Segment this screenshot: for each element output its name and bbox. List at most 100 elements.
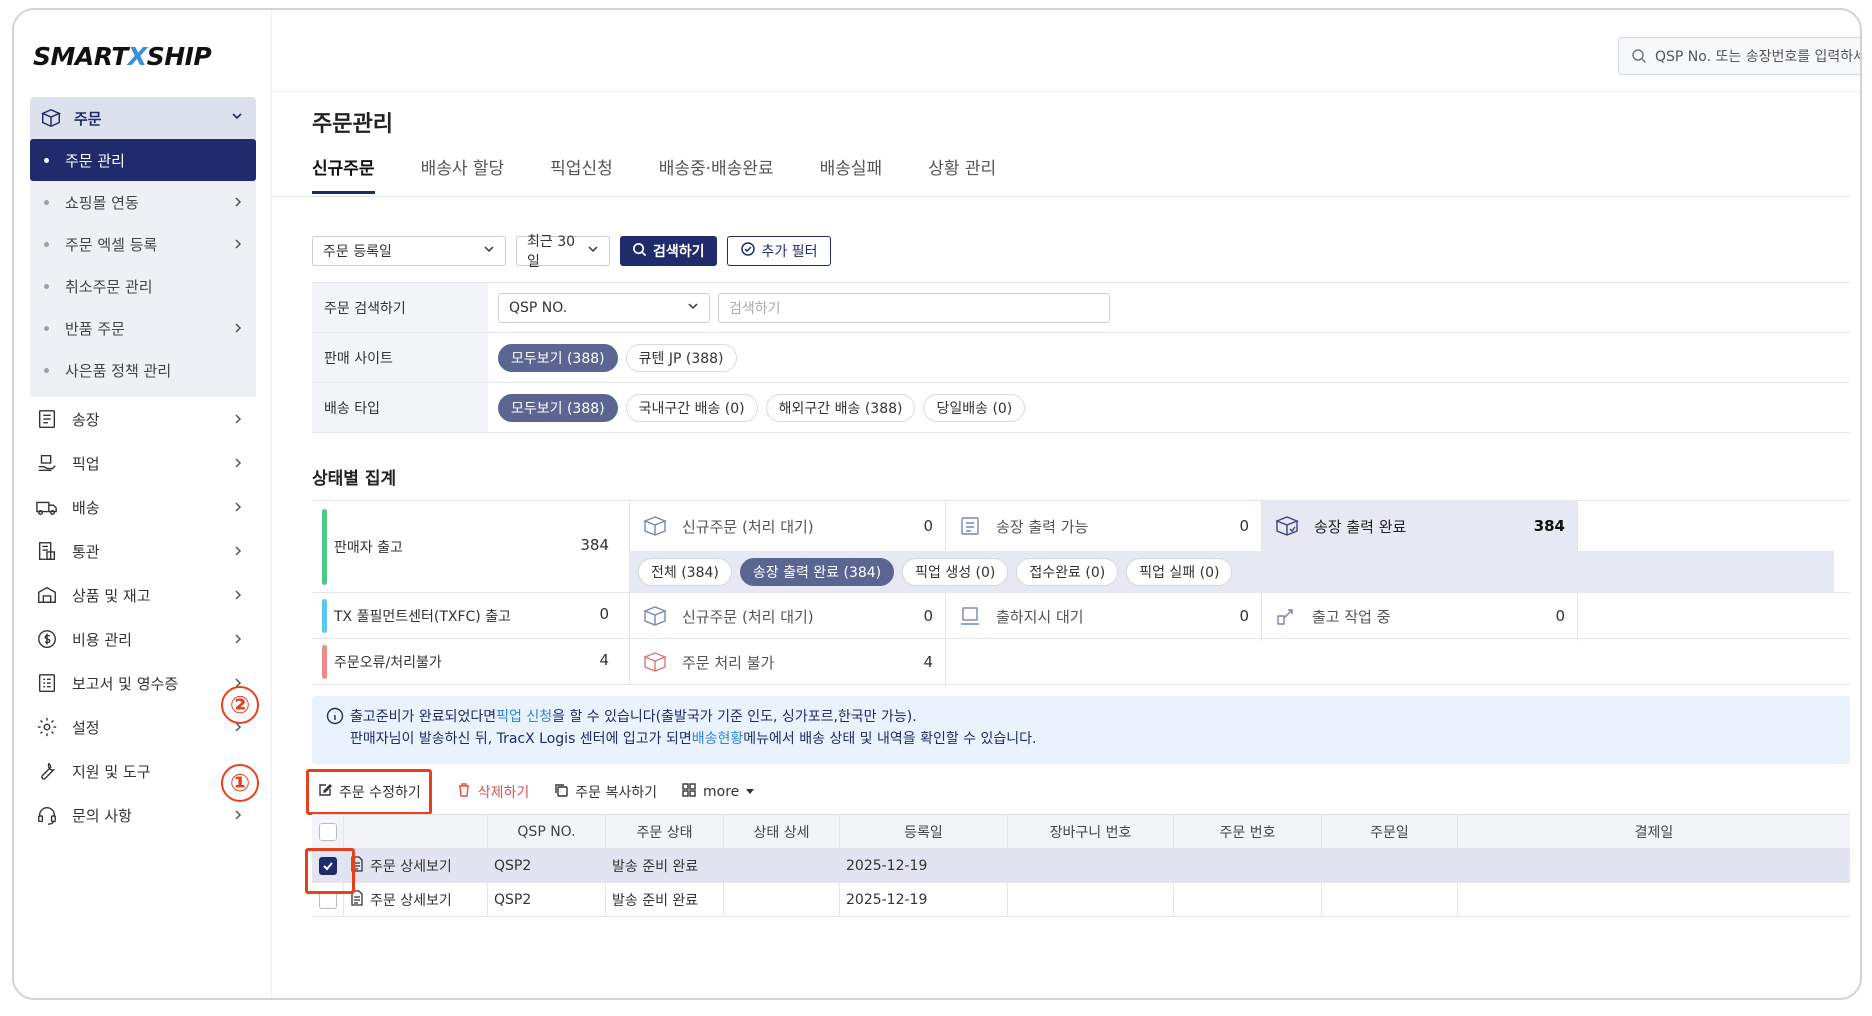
table-row[interactable]: 주문 상세보기 QSP2 발송 준비 완료 2025-12-19 [312, 849, 1850, 883]
tab-new-orders[interactable]: 신규주문 [312, 154, 375, 194]
select-all-checkbox[interactable] [318, 822, 337, 841]
sidebar-item-label: 문의 사항 [72, 806, 132, 825]
stat-order-unprocessable[interactable]: 주문 처리 불가 4 [630, 637, 946, 687]
stat-shipping-in-progress[interactable]: 출고 작업 중 0 [1262, 591, 1578, 641]
sidebar-item-label: 반품 주문 [65, 319, 125, 338]
global-search-placeholder: QSP No. 또는 송장번호를 입력하세요 [1655, 49, 1862, 65]
bullet-icon [44, 157, 49, 163]
cell-order-status: 발송 준비 완료 [606, 883, 724, 916]
page-title: 주문관리 [312, 112, 393, 137]
extra-filter-button[interactable]: 추가 필터 [726, 236, 831, 266]
stat-invoice-printed[interactable]: 송장 출력 완료 384 [1262, 501, 1578, 551]
sidebar-item-excel-upload[interactable]: 주문 엑셀 등록 [30, 223, 256, 265]
tab-in-delivery[interactable]: 배송중·배송완료 [659, 154, 774, 194]
summary-row-txfc: TX 풀필먼트센터(TXFC) 출고 0 신규주문 (처리 대기) 0 출하지시… [312, 591, 1850, 641]
header-order-no[interactable]: 주문 번호 [1174, 815, 1322, 848]
header-cart-no[interactable]: 장바구니 번호 [1008, 815, 1174, 848]
header-order-status[interactable]: 주문 상태 [606, 815, 724, 848]
stat-invoice-printable[interactable]: 송장 출력 가능 0 [946, 501, 1262, 551]
stat-label: 출고 작업 중 [1312, 607, 1391, 626]
sidebar-item-products[interactable]: 상품 및 재고 [30, 573, 256, 617]
dollar-icon [34, 626, 60, 652]
stat-txfc-new-orders[interactable]: 신규주문 (처리 대기) 0 [630, 591, 946, 641]
summary-group-error[interactable]: 주문오류/처리불가 4 [312, 639, 630, 684]
search-row-site: 판매 사이트 모두보기 (388) 큐텐 JP (388) [312, 333, 1850, 383]
logo-text-x: X [127, 42, 147, 71]
detail-link[interactable]: 주문 상세보기 [344, 883, 488, 916]
sidebar-item-return-orders[interactable]: 반품 주문 [30, 307, 256, 349]
chip-received[interactable]: 접수완료 (0) [1016, 558, 1119, 586]
sidebar-item-pickup[interactable]: 픽업 [30, 441, 256, 485]
tab-carrier-assign[interactable]: 배송사 할당 [421, 154, 505, 194]
sidebar-item-order-management[interactable]: 주문 관리 [30, 139, 256, 181]
stat-new-orders[interactable]: 신규주문 (처리 대기) 0 [630, 501, 946, 551]
status-color-bar [322, 645, 327, 679]
period-select[interactable]: 최근 30일 [516, 234, 610, 270]
edit-order-label: 주문 수정하기 [339, 785, 421, 801]
header-reg-date[interactable]: 등록일 [840, 815, 1008, 848]
sidebar-item-cancel-orders[interactable]: 취소주문 관리 [30, 265, 256, 307]
site-chip-all[interactable]: 모두보기 (388) [498, 343, 618, 372]
topbar: QSP No. 또는 송장번호를 입력하세요 [272, 10, 1860, 92]
sidebar-item-label: 상품 및 재고 [72, 586, 151, 605]
search-button[interactable]: 검색하기 [620, 236, 717, 266]
pickup-request-link[interactable]: 픽업 신청 [496, 706, 552, 726]
site-chip-qoo10[interactable]: 큐텐 JP (388) [625, 343, 737, 372]
chevron-down-icon [587, 243, 599, 259]
bullet-icon [44, 199, 49, 205]
order-search-input[interactable]: 검색하기 [718, 292, 1110, 323]
chip-pickup-created[interactable]: 픽업 생성 (0) [902, 558, 1009, 586]
shipping-chip-overseas[interactable]: 해외구간 배송 (388) [765, 393, 916, 422]
period-value: 최근 30일 [527, 234, 576, 270]
order-search-field-select[interactable]: QSP NO. [498, 292, 710, 323]
shipping-chip-sameday[interactable]: 당일배송 (0) [923, 393, 1026, 422]
cell-order-date [1322, 883, 1458, 916]
delivery-status-link[interactable]: 배송현황 [692, 728, 744, 748]
header-pay-date[interactable]: 결제일 [1458, 815, 1850, 848]
sidebar-item-label: 비용 관리 [72, 630, 132, 649]
tab-status-management[interactable]: 상황 관리 [928, 154, 996, 194]
sidebar-item-mall-link[interactable]: 쇼핑몰 연동 [30, 181, 256, 223]
stat-dispatch-waiting[interactable]: 출하지시 대기 0 [946, 591, 1262, 641]
shipping-chip-domestic[interactable]: 국내구간 배송 (0) [625, 393, 758, 422]
tab-delivery-failed[interactable]: 배송실패 [820, 154, 883, 194]
sidebar-item-delivery[interactable]: 배송 [30, 485, 256, 529]
header-order-date[interactable]: 주문일 [1322, 815, 1458, 848]
chevron-down-icon [230, 109, 244, 127]
copy-order-button[interactable]: 주문 복사하기 [553, 774, 657, 810]
tab-pickup-request[interactable]: 픽업신청 [550, 154, 613, 194]
summary-group-seller[interactable]: 판매자 출고 384 [312, 501, 630, 592]
chip-invoice-printed[interactable]: 송장 출력 완료 (384) [739, 558, 895, 586]
stat-count: 0 [1239, 607, 1249, 625]
edit-order-button[interactable]: 주문 수정하기 [306, 769, 432, 815]
sidebar-item-gift-policy[interactable]: 사은품 정책 관리 [30, 349, 256, 391]
chevron-down-icon [483, 243, 495, 259]
global-search-input[interactable]: QSP No. 또는 송장번호를 입력하세요 [1618, 37, 1862, 75]
search-row-shipping: 배송 타입 모두보기 (388) 국내구간 배송 (0) 해외구간 배송 (38… [312, 383, 1850, 433]
sidebar-item-inquiry[interactable]: 문의 사항 [30, 793, 256, 837]
header-qsp-no[interactable]: QSP NO. [488, 815, 606, 848]
delete-button[interactable]: 삭제하기 [456, 774, 529, 810]
logo[interactable]: SMARTXSHIP [33, 42, 212, 71]
order-search-label: 주문 검색하기 [312, 283, 488, 332]
summary-group-txfc[interactable]: TX 풀필먼트센터(TXFC) 출고 0 [312, 593, 630, 638]
dispatch-icon [958, 604, 982, 628]
date-type-select[interactable]: 주문 등록일 [312, 236, 506, 266]
sidebar-item-invoice[interactable]: 송장 [30, 397, 256, 441]
search-icon [1631, 48, 1647, 64]
sidebar-item-label: 취소주문 관리 [65, 277, 153, 296]
header-status-detail[interactable]: 상태 상세 [724, 815, 840, 848]
notice-text: 메뉴에서 배송 상태 및 내역을 확인할 수 있습니다. [743, 731, 1037, 747]
sidebar-group-order[interactable]: 주문 [30, 97, 256, 139]
table-row[interactable]: 주문 상세보기 QSP2 발송 준비 완료 2025-12-19 [312, 883, 1850, 917]
chip-pickup-failed[interactable]: 픽업 실패 (0) [1126, 558, 1233, 586]
cell-order-date [1322, 849, 1458, 882]
sidebar-item-cost[interactable]: 비용 관리 [30, 617, 256, 661]
pickup-icon [34, 450, 60, 476]
shipping-chip-all[interactable]: 모두보기 (388) [498, 393, 618, 422]
sidebar-item-customs[interactable]: 통관 [30, 529, 256, 573]
search-button-label: 검색하기 [653, 244, 705, 260]
detail-link[interactable]: 주문 상세보기 [344, 849, 488, 882]
more-button[interactable]: more [681, 774, 755, 810]
chip-all[interactable]: 전체 (384) [638, 558, 732, 586]
